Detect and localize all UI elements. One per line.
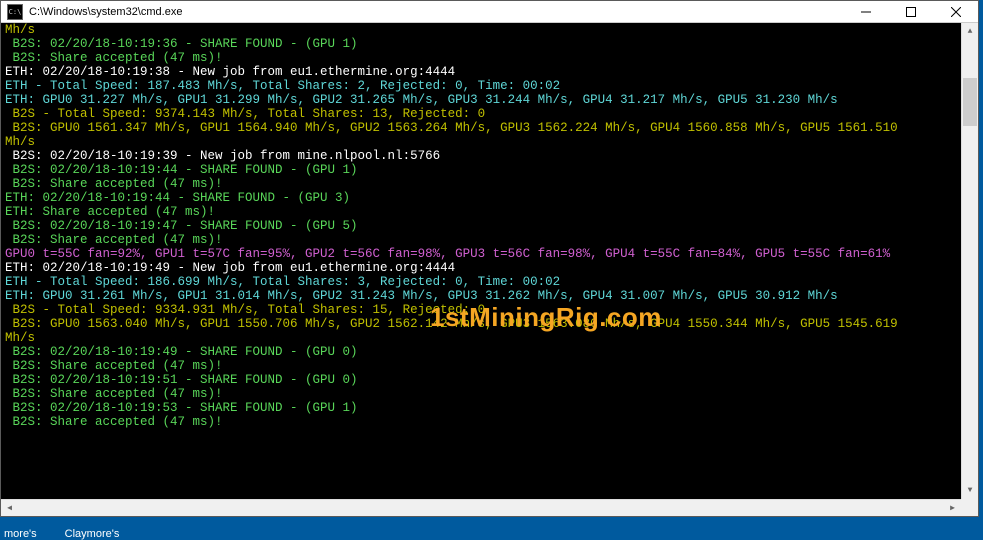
- log-line: Mh/s: [5, 331, 974, 345]
- log-line: B2S: Share accepted (47 ms)!: [5, 177, 974, 191]
- log-line: B2S - Total Speed: 9374.143 Mh/s, Total …: [5, 107, 974, 121]
- scroll-left-arrow-icon[interactable]: ◀: [1, 500, 18, 516]
- maximize-button[interactable]: [888, 1, 933, 23]
- log-line: Mh/s: [5, 135, 974, 149]
- close-button[interactable]: [933, 1, 978, 23]
- log-line: B2S - Total Speed: 9334.931 Mh/s, Total …: [5, 303, 974, 317]
- log-line: ETH: GPU0 31.227 Mh/s, GPU1 31.299 Mh/s,…: [5, 93, 974, 107]
- log-line: B2S: Share accepted (47 ms)!: [5, 359, 974, 373]
- log-line: ETH - Total Speed: 187.483 Mh/s, Total S…: [5, 79, 974, 93]
- minimize-button[interactable]: [843, 1, 888, 23]
- log-line: ETH: GPU0 31.261 Mh/s, GPU1 31.014 Mh/s,…: [5, 289, 974, 303]
- log-line: B2S: 02/20/18-10:19:49 - SHARE FOUND - (…: [5, 345, 974, 359]
- log-line: ETH: 02/20/18-10:19:44 - SHARE FOUND - (…: [5, 191, 974, 205]
- log-line: B2S: GPU0 1561.347 Mh/s, GPU1 1564.940 M…: [5, 121, 974, 135]
- log-line: B2S: 02/20/18-10:19:36 - SHARE FOUND - (…: [5, 37, 974, 51]
- titlebar[interactable]: C:\ C:\Windows\system32\cmd.exe: [1, 1, 978, 23]
- taskbar: more's Claymore's: [0, 518, 119, 540]
- log-line: GPU0 t=55C fan=92%, GPU1 t=57C fan=95%, …: [5, 247, 974, 261]
- log-line: B2S: Share accepted (47 ms)!: [5, 51, 974, 65]
- taskbar-item[interactable]: Claymore's: [65, 528, 120, 540]
- window-title: C:\Windows\system32\cmd.exe: [27, 6, 843, 18]
- log-line: B2S: 02/20/18-10:19:44 - SHARE FOUND - (…: [5, 163, 974, 177]
- scroll-corner: [961, 499, 978, 516]
- taskbar-item[interactable]: more's: [4, 528, 37, 540]
- cmd-icon: C:\: [7, 4, 23, 20]
- log-line: B2S: Share accepted (47 ms)!: [5, 415, 974, 429]
- cmd-window: C:\ C:\Windows\system32\cmd.exe Mh/s B2S…: [0, 0, 979, 517]
- scroll-up-arrow-icon[interactable]: ▲: [962, 23, 978, 40]
- log-line: Mh/s: [5, 23, 974, 37]
- scroll-down-arrow-icon[interactable]: ▼: [962, 482, 978, 499]
- log-line: ETH: 02/20/18-10:19:49 - New job from eu…: [5, 261, 974, 275]
- horizontal-scrollbar[interactable]: ◀ ▶: [1, 499, 961, 516]
- terminal-output[interactable]: Mh/s B2S: 02/20/18-10:19:36 - SHARE FOUN…: [1, 23, 978, 516]
- log-line: B2S: GPU0 1563.040 Mh/s, GPU1 1550.706 M…: [5, 317, 974, 331]
- log-line: B2S: 02/20/18-10:19:47 - SHARE FOUND - (…: [5, 219, 974, 233]
- log-line: ETH - Total Speed: 186.699 Mh/s, Total S…: [5, 275, 974, 289]
- log-line: B2S: 02/20/18-10:19:39 - New job from mi…: [5, 149, 974, 163]
- log-line: B2S: 02/20/18-10:19:51 - SHARE FOUND - (…: [5, 373, 974, 387]
- scroll-right-arrow-icon[interactable]: ▶: [944, 500, 961, 516]
- log-line: B2S: Share accepted (47 ms)!: [5, 387, 974, 401]
- log-line: ETH: 02/20/18-10:19:38 - New job from eu…: [5, 65, 974, 79]
- scroll-thumb[interactable]: [963, 78, 977, 126]
- log-line: B2S: 02/20/18-10:19:53 - SHARE FOUND - (…: [5, 401, 974, 415]
- vertical-scrollbar[interactable]: ▲ ▼: [961, 23, 978, 499]
- log-line: ETH: Share accepted (47 ms)!: [5, 205, 974, 219]
- log-line: B2S: Share accepted (47 ms)!: [5, 233, 974, 247]
